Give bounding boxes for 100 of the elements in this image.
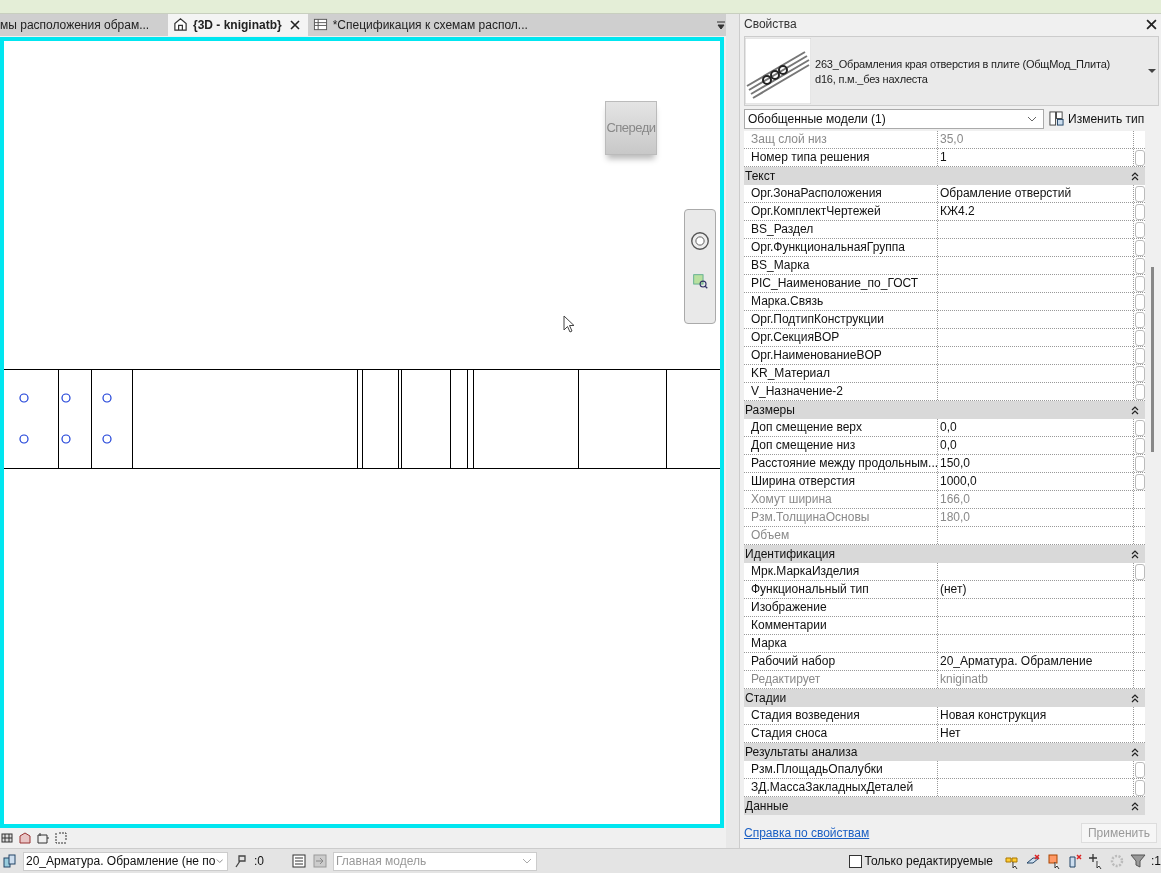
view-tab[interactable]: {3D - kniginatb} — [168, 14, 308, 36]
help-link[interactable]: Справка по свойствам — [744, 826, 870, 840]
associate-parameter-button[interactable] — [1134, 761, 1145, 778]
associate-parameter-button[interactable] — [1134, 221, 1145, 238]
property-value: 35,0 — [938, 131, 1134, 148]
property-name: Комментарии — [744, 617, 938, 634]
property-name: Рабочий набор — [744, 653, 938, 670]
workset-dropdown[interactable]: 20_Арматура. Обрамление (не по — [23, 851, 228, 871]
property-name: Орг.КомплектЧертежей — [744, 203, 938, 220]
group-header[interactable]: Стадии — [744, 689, 1145, 707]
property-name: Орг.СекцияBOP — [744, 329, 938, 346]
table-icon — [312, 17, 328, 33]
property-value[interactable]: Обрамление отверстий — [938, 185, 1134, 202]
gear-icon — [1109, 853, 1125, 869]
checkbox[interactable] — [848, 854, 862, 868]
property-name: Марка — [744, 635, 938, 652]
type-name: 263_Обрамления края отверстия в плите (ОбщМод_Плита) — [815, 57, 1112, 70]
edit-type-button[interactable]: Изменить тип — [1049, 111, 1145, 126]
property-value[interactable]: 20_Арматура. Обрамление — [938, 653, 1134, 670]
property-name: Редактирует — [744, 671, 938, 688]
house-icon — [173, 17, 188, 33]
view-tab[interactable]: *Спецификация к схемам распол... — [307, 14, 536, 36]
property-value[interactable]: КЖ4.2 — [938, 203, 1134, 220]
group-header[interactable]: Текст — [744, 167, 1145, 185]
panel-title: Свойства — [744, 17, 797, 31]
property-value[interactable]: Нет — [938, 725, 1134, 742]
associate-parameter-button[interactable] — [1134, 437, 1145, 454]
associate-parameter-button[interactable] — [1134, 203, 1145, 220]
property-name: Номер типа решения — [744, 149, 938, 166]
design-options-icon[interactable] — [291, 853, 307, 869]
group-header[interactable]: Данные — [744, 797, 1145, 815]
visual-style-icon[interactable] — [0, 831, 14, 846]
property-value: 166,0 — [938, 491, 1134, 508]
filter-icon[interactable] — [1130, 853, 1146, 869]
drag-elements-icon[interactable] — [1088, 853, 1104, 869]
dropdown-icon[interactable] — [716, 19, 726, 30]
property-name: Стадия сноса — [744, 725, 938, 742]
associate-parameter-button[interactable] — [1134, 347, 1145, 364]
associate-parameter-button[interactable] — [1134, 149, 1145, 166]
property-name: BS_Раздел — [744, 221, 938, 238]
group-header[interactable]: Идентификация — [744, 545, 1145, 563]
associate-parameter-button[interactable] — [1134, 473, 1145, 490]
property-value[interactable]: 150,0 — [938, 455, 1134, 472]
property-value[interactable]: 0,0 — [938, 419, 1134, 436]
associate-parameter-button[interactable] — [1134, 779, 1145, 796]
checkbox-label: Только редактируемые — [864, 854, 993, 868]
collapse-icon — [1131, 693, 1139, 703]
collapse-icon — [1131, 549, 1139, 559]
group-header[interactable]: Результаты анализа — [744, 743, 1145, 761]
select-pinned-icon[interactable] — [1046, 853, 1062, 869]
associate-parameter-button[interactable] — [1134, 239, 1145, 256]
scrollbar-thumb[interactable] — [1151, 267, 1154, 452]
property-value[interactable]: 1000,0 — [938, 473, 1134, 490]
type-selector[interactable]: 263_Обрамления края отверстия в плите (ОбщМод_Плита) d16, п.м._без нахлеста — [744, 36, 1159, 106]
associate-parameter-button[interactable] — [1134, 383, 1145, 400]
type-subname: d16, п.м._без нахлеста — [815, 72, 929, 85]
group-header[interactable]: Размеры — [744, 401, 1145, 419]
property-name: Марка.Связь — [744, 293, 938, 310]
crop-view-icon[interactable] — [36, 831, 50, 846]
property-name: KR_Материал — [744, 365, 938, 382]
property-value[interactable]: (нет) — [938, 581, 1134, 598]
property-name: Орг.НаименованиеBOP — [744, 347, 938, 364]
view-tab[interactable]: мы расположения обрам... — [0, 14, 168, 36]
property-name: Объем — [744, 527, 938, 544]
associate-parameter-button[interactable] — [1134, 257, 1145, 274]
associate-parameter-button[interactable] — [1134, 563, 1145, 580]
close-icon[interactable] — [1146, 18, 1157, 30]
collapse-icon — [1131, 747, 1139, 757]
close-icon[interactable] — [289, 19, 300, 30]
zoom-icon[interactable] — [692, 272, 709, 290]
workset-icon[interactable] — [2, 853, 18, 869]
chevron-down-icon — [215, 858, 223, 864]
hide-crop-icon[interactable] — [54, 831, 68, 846]
associate-parameter-button[interactable] — [1134, 311, 1145, 328]
property-value: 180,0 — [938, 509, 1134, 526]
associate-parameter-button[interactable] — [1134, 455, 1145, 472]
property-name: Защ слой низ — [744, 131, 938, 148]
property-name: Ширина отверстия — [744, 473, 938, 490]
property-value[interactable]: Новая конструкция — [938, 707, 1134, 724]
associate-parameter-button[interactable] — [1134, 365, 1145, 382]
associate-parameter-button[interactable] — [1134, 329, 1145, 346]
property-name: Доп смещение верх — [744, 419, 938, 436]
property-name: V_Назначение-2 — [744, 383, 938, 400]
associate-parameter-button[interactable] — [1134, 293, 1145, 310]
associate-parameter-button[interactable] — [1134, 185, 1145, 202]
collapse-icon — [1131, 801, 1139, 811]
steering-wheel-icon[interactable] — [689, 229, 711, 252]
property-name: Рзм.ПлощадьОпалубки — [744, 761, 938, 778]
property-value[interactable]: 0,0 — [938, 437, 1134, 454]
property-name: Функциональный тип — [744, 581, 938, 598]
property-value[interactable]: 1 — [938, 149, 1134, 166]
property-name: Стадия возведения — [744, 707, 938, 724]
associate-parameter-button[interactable] — [1134, 419, 1145, 436]
property-name: BS_Марка — [744, 257, 938, 274]
category-dropdown[interactable]: Обобщенные модели (1) — [744, 108, 1044, 129]
collapse-icon — [1131, 405, 1139, 415]
collapse-icon — [1131, 171, 1139, 181]
property-name: Орг.ФункциональнаяГруппа — [744, 239, 938, 256]
associate-parameter-button[interactable] — [1134, 275, 1145, 292]
dropdown-arrow-icon — [1148, 68, 1156, 74]
